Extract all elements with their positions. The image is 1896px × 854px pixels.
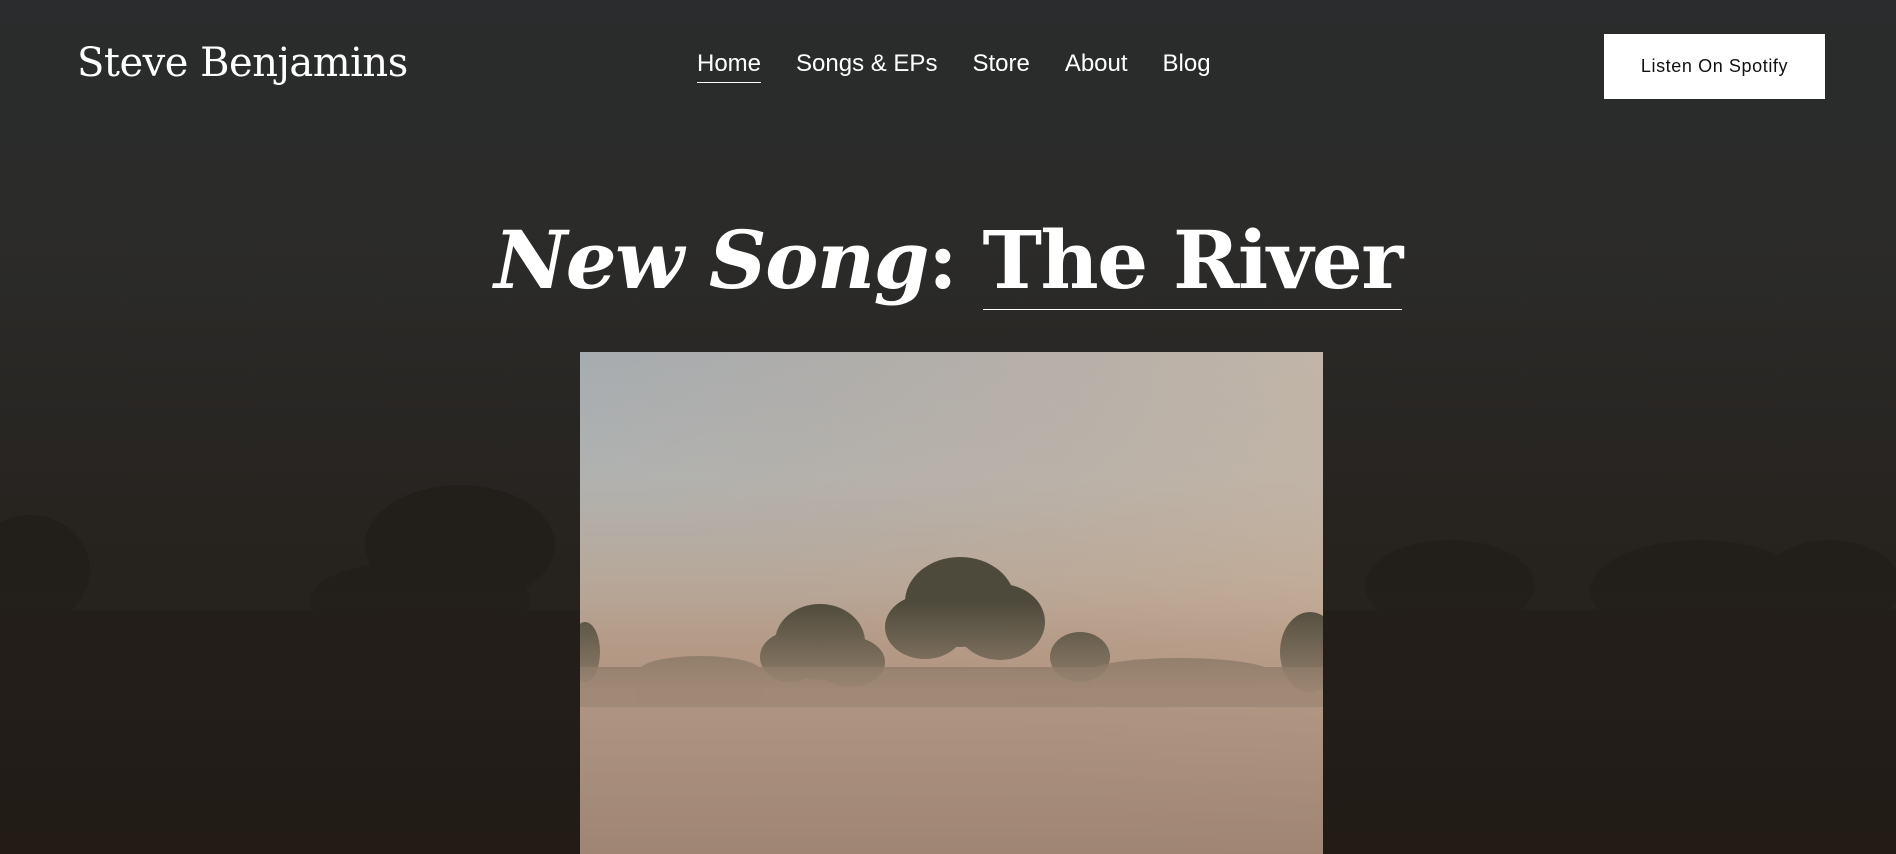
hero-heading: New Song: The River	[0, 213, 1896, 310]
nav-item-store[interactable]: Store	[972, 50, 1029, 83]
site-header: Steve Benjamins Home Songs & EPs Store A…	[0, 0, 1896, 132]
nav-item-about[interactable]: About	[1065, 50, 1128, 83]
nav-item-songs-eps[interactable]: Songs & EPs	[796, 50, 937, 83]
main-nav: Home Songs & EPs Store About Blog	[697, 50, 1246, 83]
nav-item-blog[interactable]: Blog	[1163, 50, 1211, 83]
song-cover-image[interactable]	[580, 352, 1323, 854]
nav-item-home[interactable]: Home	[697, 50, 762, 83]
hero-separator: :	[928, 213, 983, 307]
misty-trees-photo	[580, 352, 1323, 854]
site-logo[interactable]: Steve Benjamins	[77, 40, 408, 86]
song-title-link[interactable]: The River	[982, 213, 1403, 310]
hero-prefix: New Song	[494, 213, 929, 307]
listen-on-spotify-button[interactable]: Listen On Spotify	[1604, 34, 1825, 99]
